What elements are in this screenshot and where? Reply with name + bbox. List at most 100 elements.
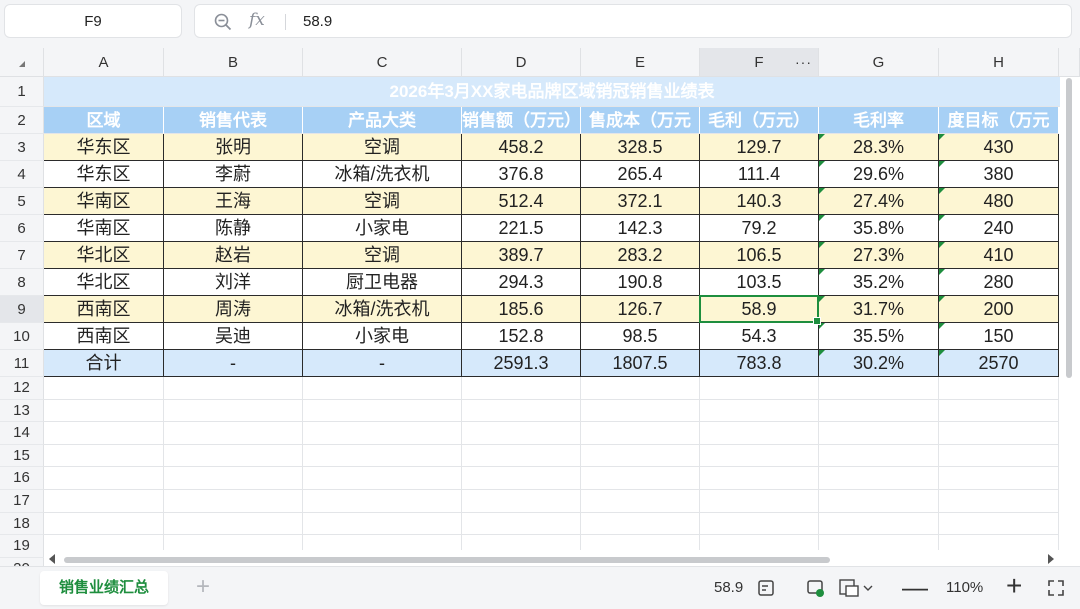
empty-cell[interactable] [581, 377, 700, 400]
empty-cell[interactable] [462, 377, 581, 400]
empty-cell[interactable] [462, 467, 581, 490]
cell-r4-h[interactable]: 380 [939, 161, 1059, 188]
cell-r3-g[interactable]: 28.3% [819, 134, 939, 161]
empty-cell[interactable] [303, 490, 462, 513]
empty-cell[interactable] [164, 399, 303, 423]
row-header-12[interactable]: 12 [0, 377, 44, 400]
cell-r4-f[interactable]: 111.4 [700, 161, 819, 188]
cell-r3-f[interactable]: 129.7 [700, 134, 819, 161]
cell-r6-b[interactable]: 陈静 [164, 215, 303, 242]
row-header-19[interactable]: 19 [0, 535, 44, 558]
cell-r10-a[interactable]: 西南区 [44, 323, 164, 350]
cell-r5-g[interactable]: 27.4% [819, 188, 939, 215]
empty-cell[interactable] [303, 377, 462, 400]
cell-r8-c[interactable]: 厨卫电器 [303, 269, 462, 296]
formula-input[interactable]: fx 58.9 [194, 4, 1072, 38]
empty-cell[interactable] [939, 399, 1059, 423]
total-cell-c[interactable]: - [303, 350, 462, 377]
cell-r5-f[interactable]: 140.3 [700, 188, 819, 215]
scroll-left-icon[interactable] [49, 554, 55, 564]
cell-r8-a[interactable]: 华北区 [44, 269, 164, 296]
empty-cell[interactable] [819, 422, 939, 445]
empty-cell[interactable] [939, 512, 1059, 536]
total-cell-h[interactable]: 2570 [939, 350, 1059, 377]
fx-icon[interactable]: fx [249, 10, 265, 30]
cell-r3-b[interactable]: 张明 [164, 134, 303, 161]
scroll-right-icon[interactable] [1048, 554, 1054, 564]
cell-r3-c[interactable]: 空调 [303, 134, 462, 161]
row-header-9[interactable]: 9 [0, 296, 44, 323]
horizontal-scroll-thumb[interactable] [64, 557, 830, 563]
empty-cell[interactable] [303, 444, 462, 468]
row-header-18[interactable]: 18 [0, 512, 44, 536]
row-header-11[interactable]: 11 [0, 350, 44, 377]
cell-r3-a[interactable]: 华东区 [44, 134, 164, 161]
cell-r9-f[interactable]: 58.9 [700, 296, 819, 323]
empty-cell[interactable] [700, 490, 819, 513]
cell-r9-g[interactable]: 31.7% [819, 296, 939, 323]
cell-r6-f[interactable]: 79.2 [700, 215, 819, 242]
cell-r5-e[interactable]: 372.1 [581, 188, 700, 215]
cell-r8-e[interactable]: 190.8 [581, 269, 700, 296]
empty-cell[interactable] [462, 422, 581, 445]
row-header-16[interactable]: 16 [0, 467, 44, 490]
cell-r9-c[interactable]: 冰箱/洗衣机 [303, 296, 462, 323]
row-header-4[interactable]: 4 [0, 161, 44, 188]
empty-cell[interactable] [462, 490, 581, 513]
header-cell-d[interactable]: 销售额（万元） [462, 107, 581, 134]
cell-r9-a[interactable]: 西南区 [44, 296, 164, 323]
cell-r6-d[interactable]: 221.5 [462, 215, 581, 242]
cell-r10-b[interactable]: 吴迪 [164, 323, 303, 350]
empty-cell[interactable] [581, 444, 700, 468]
empty-cell[interactable] [164, 490, 303, 513]
cell-r5-a[interactable]: 华南区 [44, 188, 164, 215]
empty-cell[interactable] [44, 444, 164, 468]
empty-cell[interactable] [303, 422, 462, 445]
empty-cell[interactable] [700, 444, 819, 468]
cell-r5-d[interactable]: 512.4 [462, 188, 581, 215]
empty-cell[interactable] [700, 399, 819, 423]
page-layout-icon[interactable] [838, 578, 876, 598]
cell-r7-c[interactable]: 空调 [303, 242, 462, 269]
row-header-17[interactable]: 17 [0, 490, 44, 513]
cell-r10-f[interactable]: 54.3 [700, 323, 819, 350]
cell-r10-c[interactable]: 小家电 [303, 323, 462, 350]
cell-r3-h[interactable]: 430 [939, 134, 1059, 161]
cell-r8-d[interactable]: 294.3 [462, 269, 581, 296]
empty-cell[interactable] [700, 467, 819, 490]
header-cell-b[interactable]: 销售代表 [164, 107, 303, 134]
header-cell-h[interactable]: 度目标（万元 [939, 107, 1059, 134]
cell-r6-h[interactable]: 240 [939, 215, 1059, 242]
empty-cell[interactable] [462, 399, 581, 423]
cell-r6-a[interactable]: 华南区 [44, 215, 164, 242]
cell-r4-c[interactable]: 冰箱/洗衣机 [303, 161, 462, 188]
cell-r3-d[interactable]: 458.2 [462, 134, 581, 161]
cell-r7-g[interactable]: 27.3% [819, 242, 939, 269]
header-cell-c[interactable]: 产品大类 [303, 107, 462, 134]
row-header-1[interactable]: 1 [0, 77, 44, 107]
cell-r8-f[interactable]: 103.5 [700, 269, 819, 296]
spreadsheet-grid[interactable]: A B C D E F ··· G H 1 2 3 4 5 6 7 8 9 10 11 12 13 14 15 16 17 18 19… [0, 48, 1080, 574]
header-cell-g[interactable]: 毛利率 [819, 107, 939, 134]
header-cell-e[interactable]: 售成本（万元 [581, 107, 700, 134]
empty-cell[interactable] [581, 467, 700, 490]
zoom-in-button[interactable]: + [1006, 571, 1022, 601]
empty-cell[interactable] [819, 490, 939, 513]
row-header-7[interactable]: 7 [0, 242, 44, 269]
cell-r7-a[interactable]: 华北区 [44, 242, 164, 269]
cell-r10-e[interactable]: 98.5 [581, 323, 700, 350]
cell-r10-h[interactable]: 150 [939, 323, 1059, 350]
vertical-scroll-thumb[interactable] [1066, 78, 1072, 378]
total-cell-d[interactable]: 2591.3 [462, 350, 581, 377]
empty-cell[interactable] [462, 444, 581, 468]
column-header-c[interactable]: C [303, 48, 462, 77]
header-cell-a[interactable]: 区域 [44, 107, 164, 134]
total-cell-g[interactable]: 30.2% [819, 350, 939, 377]
zoom-out-icon[interactable] [213, 12, 233, 32]
column-more-icon[interactable]: ··· [795, 48, 812, 77]
sheet-title[interactable]: 2026年3月XX家电品牌区域销冠销售业绩表 [44, 77, 1060, 107]
cell-r8-g[interactable]: 35.2% [819, 269, 939, 296]
cell-r4-e[interactable]: 265.4 [581, 161, 700, 188]
cell-r7-b[interactable]: 赵岩 [164, 242, 303, 269]
cell-r7-e[interactable]: 283.2 [581, 242, 700, 269]
